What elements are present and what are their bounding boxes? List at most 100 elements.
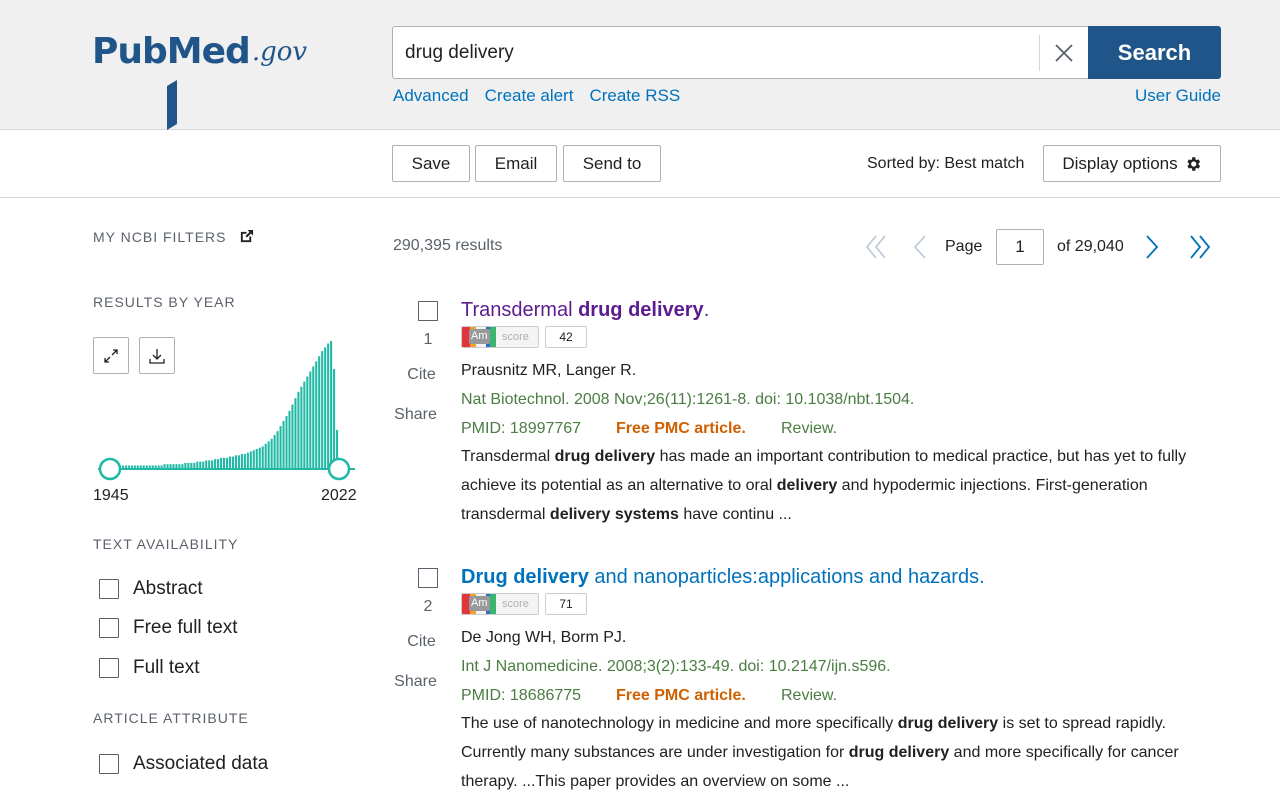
year-bar: [220, 457, 223, 468]
year-bar: [193, 462, 196, 468]
create-rss-link[interactable]: Create RSS: [589, 86, 680, 106]
send-to-button[interactable]: Send to: [563, 145, 661, 182]
result-meta: PMID: 18997767 Free PMC article. Review.: [461, 420, 837, 438]
advanced-link[interactable]: Advanced: [393, 86, 469, 106]
page-number-input[interactable]: [996, 229, 1044, 265]
results-by-year-heading: RESULTS BY YEAR: [93, 294, 236, 310]
full-text-checkbox[interactable]: [99, 658, 119, 678]
clear-search-button[interactable]: [1039, 35, 1087, 71]
results-by-year-chart[interactable]: [93, 338, 363, 488]
title-post: and nanoparticles:applications and hazar…: [588, 566, 985, 588]
user-guide-link[interactable]: User Guide: [1135, 86, 1221, 106]
search-sublinks: Advanced Create alert Create RSS: [393, 86, 680, 106]
year-bar: [151, 465, 154, 468]
abstract-label: Abstract: [133, 578, 203, 599]
year-bar: [148, 465, 151, 468]
snippet-highlight: drug delivery: [897, 715, 999, 732]
result-title-link[interactable]: Drug delivery and nanoparticles:applicat…: [461, 566, 985, 589]
year-bar: [321, 351, 324, 468]
filter-full-text[interactable]: Full text: [99, 657, 200, 679]
year-bar: [240, 454, 243, 468]
gear-icon: [1187, 156, 1200, 171]
search-input[interactable]: [405, 27, 1035, 78]
search-button[interactable]: Search: [1088, 26, 1221, 79]
result-journal: Nat Biotechnol. 2008 Nov;26(11):1261-8. …: [461, 391, 915, 408]
share-button[interactable]: Share: [393, 406, 438, 424]
my-ncbi-filters-heading[interactable]: MY NCBI FILTERS: [93, 229, 254, 245]
my-ncbi-filters-label: MY NCBI FILTERS: [93, 229, 227, 245]
cite-button[interactable]: Cite: [399, 633, 444, 651]
associated-data-checkbox[interactable]: [99, 754, 119, 774]
first-page-icon[interactable]: [864, 233, 890, 261]
year-bar: [255, 448, 258, 468]
next-page-icon[interactable]: [1144, 233, 1160, 261]
snippet-highlight: delivery systems: [549, 506, 679, 523]
year-bar: [169, 464, 172, 468]
title-bold: drug delivery: [578, 299, 704, 321]
year-bar: [279, 426, 282, 468]
previous-page-icon[interactable]: [912, 233, 928, 261]
pubmed-logo[interactable]: Pub Med .gov: [92, 22, 308, 130]
year-bar: [309, 371, 312, 468]
save-button[interactable]: Save: [392, 145, 470, 182]
result-select-checkbox[interactable]: [418, 568, 438, 588]
action-bar: Save Email Send to Sorted by: Best match…: [0, 130, 1280, 198]
altmetric-ring-icon: Am: [462, 327, 496, 347]
year-end-handle[interactable]: [327, 457, 351, 481]
free-pmc-badge: Free PMC article.: [616, 687, 746, 704]
year-bar: [225, 457, 229, 468]
result-snippet: The use of nanotechnology in medicine an…: [461, 709, 1206, 796]
create-alert-link[interactable]: Create alert: [485, 86, 574, 106]
year-bar: [318, 356, 321, 468]
share-button[interactable]: Share: [393, 673, 438, 691]
display-options-button[interactable]: Display options: [1043, 145, 1221, 182]
year-bar: [181, 464, 184, 468]
free-pmc-badge: Free PMC article.: [616, 420, 746, 437]
altmetric-am: Am: [469, 329, 490, 344]
altmetric-badge[interactable]: Am score 42: [461, 326, 587, 348]
altmetric-donut: Am score: [461, 326, 539, 348]
year-bar: [234, 455, 237, 468]
filter-free-full-text[interactable]: Free full text: [99, 617, 238, 639]
logo-pub: Pub: [92, 31, 168, 72]
text-availability-heading: TEXT AVAILABILITY: [93, 536, 239, 552]
year-bar: [211, 460, 214, 468]
free-full-text-checkbox[interactable]: [99, 618, 119, 638]
page-label: Page: [945, 238, 983, 255]
year-bar: [142, 465, 145, 468]
year-bar: [264, 443, 267, 468]
review-badge: Review.: [781, 420, 838, 437]
year-bar: [246, 452, 249, 468]
altmetric-badge[interactable]: Am score 71: [461, 593, 587, 615]
year-bar: [202, 461, 205, 468]
year-bar: [267, 441, 270, 468]
year-bar: [300, 386, 303, 468]
email-button[interactable]: Email: [475, 145, 557, 182]
year-bar: [297, 391, 300, 468]
year-bar: [208, 460, 211, 468]
year-bar: [136, 465, 139, 468]
logo-gov: .gov: [251, 37, 308, 67]
year-bar: [330, 341, 333, 468]
year-bar: [157, 465, 160, 468]
altmetric-score-label: score: [502, 331, 529, 343]
year-bar: [190, 462, 193, 468]
year-start-handle[interactable]: [98, 457, 122, 481]
altmetric-score: 71: [545, 593, 587, 615]
filter-abstract[interactable]: Abstract: [99, 578, 203, 600]
result-number: 1: [423, 331, 433, 348]
filter-associated-data[interactable]: Associated data: [99, 753, 268, 775]
year-bar: [288, 410, 291, 468]
full-text-label: Full text: [133, 657, 200, 678]
header: Pub Med .gov Search Advanced Create aler…: [0, 0, 1280, 130]
altmetric-score: 42: [545, 326, 587, 348]
year-bar: [324, 347, 327, 468]
cite-button[interactable]: Cite: [399, 366, 444, 384]
result-select-checkbox[interactable]: [418, 301, 438, 321]
total-pages-label: of 29,040: [1057, 238, 1124, 255]
result-title-link[interactable]: Transdermal drug delivery.: [461, 299, 709, 322]
abstract-checkbox[interactable]: [99, 579, 119, 599]
year-bar: [199, 461, 202, 468]
last-page-icon[interactable]: [1186, 233, 1212, 261]
year-bar: [187, 462, 190, 468]
